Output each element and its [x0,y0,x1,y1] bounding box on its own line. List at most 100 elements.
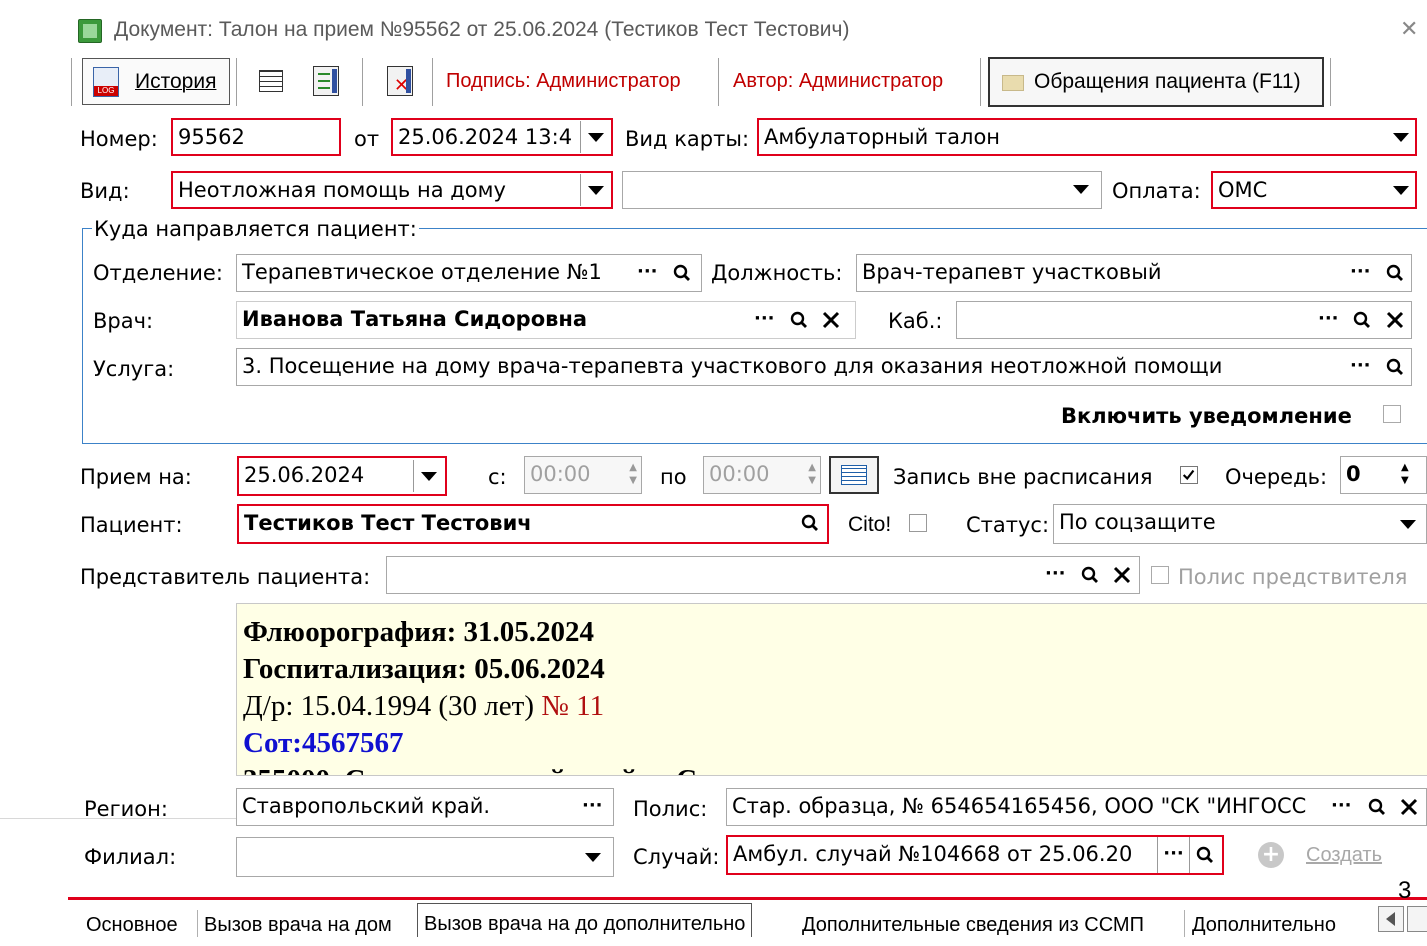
signature-text: Подпись: Администратор [446,70,681,92]
tab-scroll-left-button[interactable] [1378,906,1404,932]
cabinet-search-icon[interactable] [1353,311,1371,329]
region-label: Регион: [84,797,168,821]
appointment-date-field[interactable]: 25.06.2024 [237,456,447,496]
queue-value: 0 [1346,462,1361,486]
checklist-icon[interactable] [313,66,339,96]
case-more-button[interactable]: ··· [1157,837,1190,873]
toolbar-separator [980,58,981,106]
chevron-down-icon [1393,186,1409,195]
service-search-icon[interactable] [1386,358,1404,376]
position-more-button[interactable]: ··· [1350,257,1371,287]
policy-search-icon[interactable] [1368,798,1386,816]
time-to-spinner[interactable]: ▲ ▼ [808,461,816,487]
representative-more-button[interactable]: ··· [1045,559,1066,589]
kind2-select[interactable] [622,171,1102,209]
chevron-down-icon [1393,133,1409,142]
doctor-search-icon[interactable] [790,311,808,329]
policy-more-button[interactable]: ··· [1331,791,1352,821]
service-more-button[interactable]: ··· [1350,351,1371,381]
date-value: 25.06.2024 13:4 [398,125,573,149]
date-dropdown-button[interactable] [580,121,610,153]
representative-field[interactable] [386,556,1140,594]
tab-additional[interactable]: Дополнительно [1186,904,1342,937]
representative-clear-icon[interactable] [1112,565,1132,585]
doctor-clear-icon[interactable] [821,310,841,330]
number-field[interactable]: 95562 [171,118,341,156]
kind-select[interactable]: Неотложная помощь на дому [171,171,613,209]
time-to-field[interactable]: 00:00 ▲ ▼ [703,456,821,494]
payment-label: Оплата: [1112,179,1201,203]
appointment-label: Прием на: [80,465,192,489]
patient-field[interactable]: Тестиков Тест Тестович [237,504,829,544]
policy-field[interactable]: Стар. образца, № 654654165456, ООО "СК "… [726,788,1427,826]
history-button[interactable]: LOG История [82,58,230,105]
cabinet-more-button[interactable]: ··· [1318,304,1339,334]
author-text: Автор: Администратор [733,70,944,92]
appointment-date-value: 25.06.2024 [244,463,365,487]
case-field[interactable]: Амбул. случай №104668 от 25.06.20 [726,835,1224,875]
create-button[interactable]: + Создать [1258,838,1398,874]
kind-dropdown-button[interactable] [580,174,610,206]
queue-field[interactable]: 0 ▲ ▼ [1340,456,1427,494]
cabinet-field[interactable] [956,301,1412,339]
dob-line: Д/р: 15.04.1994 (30 лет) № 11 [243,688,1427,725]
department-search-icon[interactable] [673,264,691,282]
service-label: Услуга: [93,357,175,381]
dob-text: Д/р: 15.04.1994 (30 лет) [243,690,534,722]
number-label: Номер: [80,127,158,151]
rep-policy-checkbox[interactable] [1151,566,1169,584]
region-more-button[interactable]: ··· [582,791,603,821]
toolbar-separator [432,58,433,106]
position-value: Врач-терапевт участковый [862,260,1162,284]
schedule-button[interactable] [829,456,879,494]
tab-home-visit-extra[interactable]: Вызов врача на до дополнительно [417,903,753,937]
tab-scroll-right-edge[interactable] [1407,906,1427,932]
payment-select[interactable]: ОМС [1211,171,1417,209]
schedule-icon [841,465,867,485]
appointment-date-dropdown[interactable] [413,460,443,492]
queue-label: Очередь: [1225,465,1328,489]
card-number: № 11 [541,690,605,722]
card-type-select[interactable]: Амбулаторный талон [757,118,1417,156]
tab-home-visit[interactable]: Вызов врача на дом [198,904,398,937]
cabinet-clear-icon[interactable] [1385,310,1405,330]
doctor-more-button[interactable]: ··· [754,304,775,334]
chevron-down-icon [585,853,601,862]
department-label: Отделение: [93,261,223,285]
appeals-label: Обращения пациента (F11) [1034,70,1301,93]
date-field[interactable]: 25.06.2024 13:4 [391,118,613,156]
address-line: 355000, Ставропольский край, г. Ставропо… [243,762,1427,775]
tab-main[interactable]: Основное [80,904,184,937]
check-icon [1182,469,1195,481]
policy-clear-icon[interactable] [1399,797,1419,817]
cabinet-label: Каб.: [888,309,943,333]
fluoro-line: Флюорография: 31.05.2024 [243,616,595,648]
case-search-icon[interactable] [1196,846,1214,864]
cito-checkbox[interactable] [909,514,927,532]
doctor-label: Врач: [93,309,154,333]
position-field[interactable]: Врач-терапевт участковый [856,254,1412,292]
branch-select[interactable] [236,837,614,877]
patient-appeals-button[interactable]: Обращения пациента (F11) [988,57,1324,107]
representative-search-icon[interactable] [1081,566,1099,584]
off-schedule-checkbox[interactable] [1180,466,1198,484]
time-from-spinner[interactable]: ▲ ▼ [629,461,637,487]
tab-ssmp-info[interactable]: Дополнительные сведения из ССМП [796,904,1150,937]
time-from-field[interactable]: 00:00 ▲ ▼ [524,456,642,494]
off-schedule-label: Запись вне расписания [893,465,1153,489]
queue-spinner[interactable]: ▲ ▼ [1401,461,1409,487]
position-search-icon[interactable] [1386,264,1404,282]
notify-checkbox[interactable] [1383,405,1401,423]
department-more-button[interactable]: ··· [637,257,658,287]
close-icon[interactable]: ✕ [1400,14,1418,46]
chevron-down-icon [587,132,604,142]
status-label: Статус: [966,513,1050,537]
table-icon[interactable] [259,70,283,92]
region-field[interactable]: Ставропольский край. [236,788,614,826]
card-type-value: Амбулаторный талон [764,125,1001,149]
status-select[interactable]: По соцзащите [1053,504,1427,544]
department-field[interactable]: Терапевтическое отделение №1 [236,254,702,292]
delete-document-icon[interactable]: ✕ [387,66,413,96]
patient-search-icon[interactable] [801,514,819,532]
service-field[interactable]: 3. Посещение на дому врача-терапевта уча… [236,348,1412,386]
